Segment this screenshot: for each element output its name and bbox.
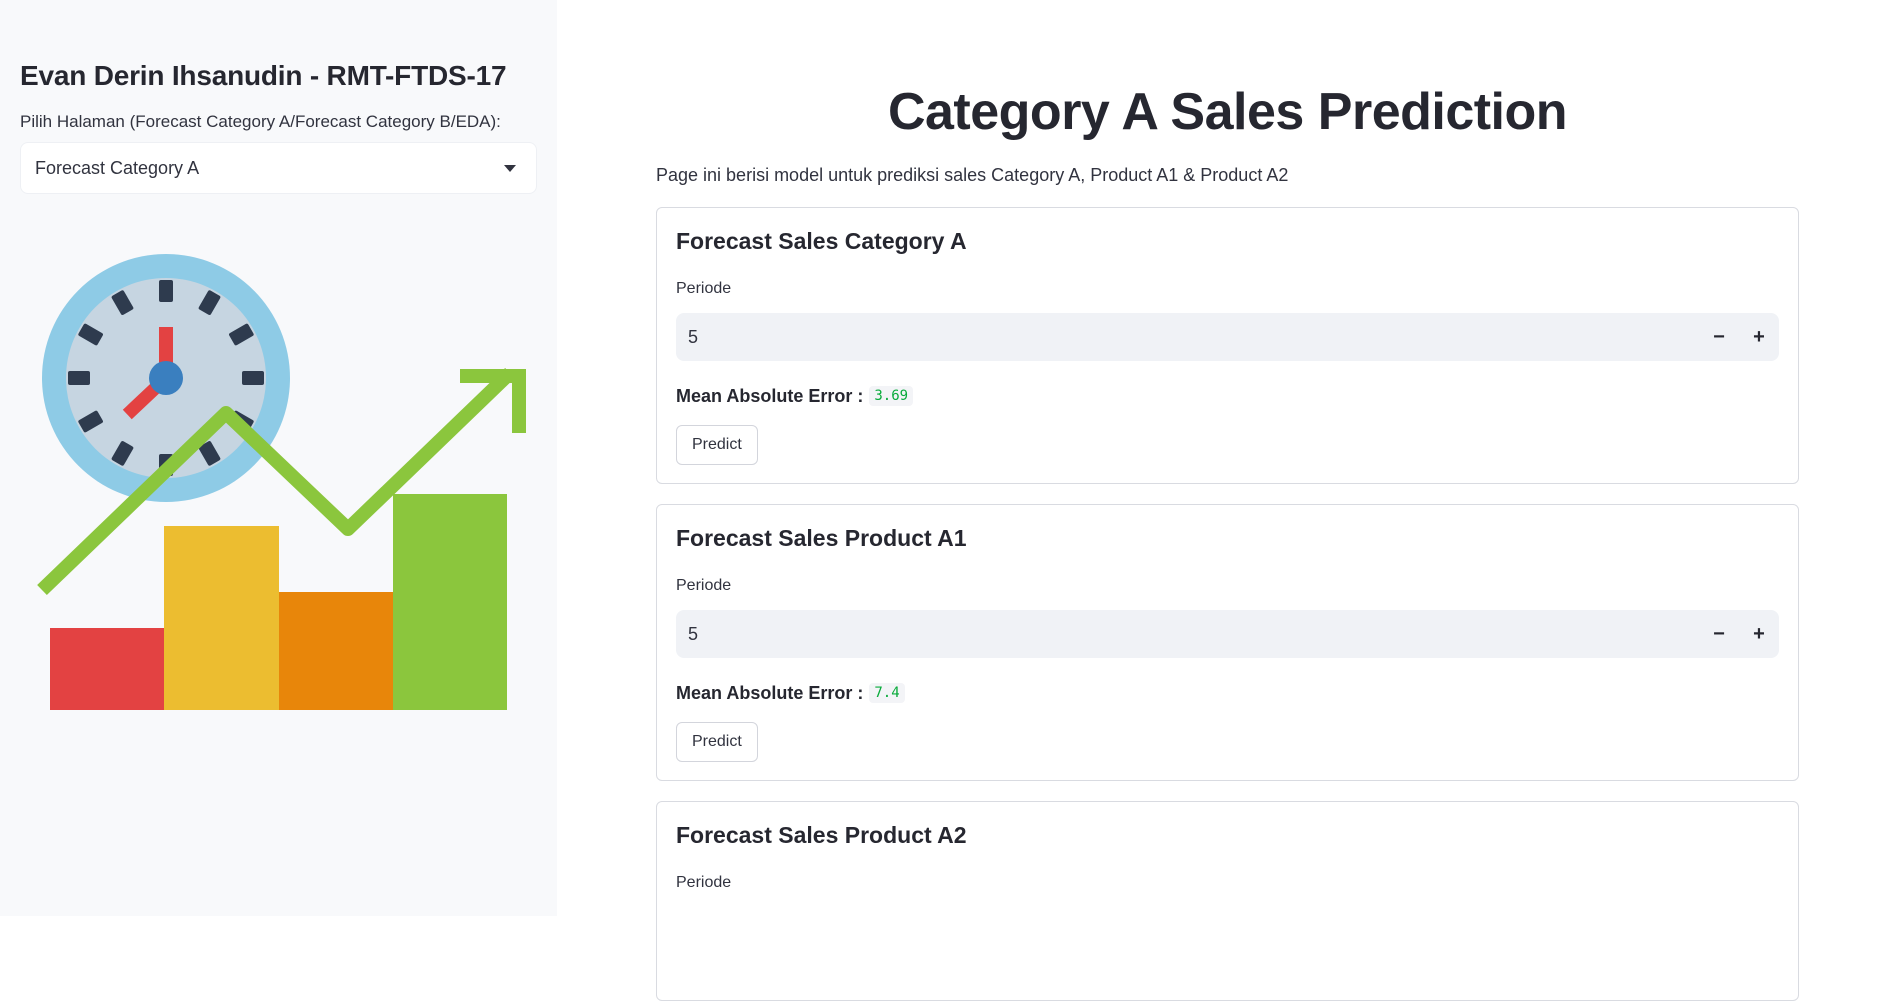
increment-button[interactable]: + (1739, 313, 1779, 361)
page-select-label: Pilih Halaman (Forecast Category A/Forec… (20, 112, 501, 131)
mae-value: 3.69 (869, 386, 914, 406)
sidebar: Evan Derin Ihsanudin - RMT-FTDS-17 Pilih… (0, 0, 557, 916)
page-description: Page ini berisi model untuk prediksi sal… (656, 165, 1289, 185)
mae-row: Mean Absolute Error : 7.4 (676, 680, 1779, 706)
mae-value: 7.4 (869, 683, 905, 703)
periode-input-value[interactable]: 5 (688, 624, 698, 645)
mae-label: Mean Absolute Error : (676, 385, 864, 406)
periode-input-value[interactable]: 5 (688, 327, 698, 348)
chevron-down-icon (504, 164, 516, 172)
periode-stepper: − + (1699, 313, 1779, 361)
mae-label: Mean Absolute Error : (676, 682, 864, 703)
increment-button[interactable]: + (1739, 610, 1779, 658)
periode-number-input: 5 − + (676, 313, 1779, 361)
form-title: Forecast Sales Product A1 (676, 525, 967, 551)
forecast-product-a1-form: Forecast Sales Product A1 Periode 5 − + … (656, 504, 1799, 781)
decrement-button[interactable]: − (1699, 610, 1739, 658)
bar-chart-icon (50, 494, 507, 710)
mae-row: Mean Absolute Error : 3.69 (676, 383, 1779, 409)
forecast-product-a2-form: Forecast Sales Product A2 Periode (656, 801, 1799, 1001)
periode-label: Periode (676, 874, 732, 891)
form-title: Forecast Sales Product A2 (676, 822, 967, 848)
sidebar-title: Evan Derin Ihsanudin - RMT-FTDS-17 (20, 60, 507, 91)
periode-stepper: − + (1699, 610, 1779, 658)
form-title: Forecast Sales Category A (676, 228, 967, 254)
predict-button[interactable]: Predict (676, 722, 758, 762)
forecast-category-a-form: Forecast Sales Category A Periode 5 − + … (656, 207, 1799, 484)
main-content: Category A Sales Prediction Page ini ber… (656, 0, 1799, 1001)
decrement-button[interactable]: − (1699, 313, 1739, 361)
page-title: Category A Sales Prediction (887, 83, 1568, 141)
page-select-value: Forecast Category A (35, 157, 200, 178)
sales-forecast-illustration (37, 254, 526, 710)
page-select[interactable]: Forecast Category A (20, 142, 537, 194)
periode-label: Periode (676, 280, 732, 297)
periode-label: Periode (676, 577, 732, 594)
periode-number-input: 5 − + (676, 610, 1779, 658)
predict-button[interactable]: Predict (676, 425, 758, 465)
